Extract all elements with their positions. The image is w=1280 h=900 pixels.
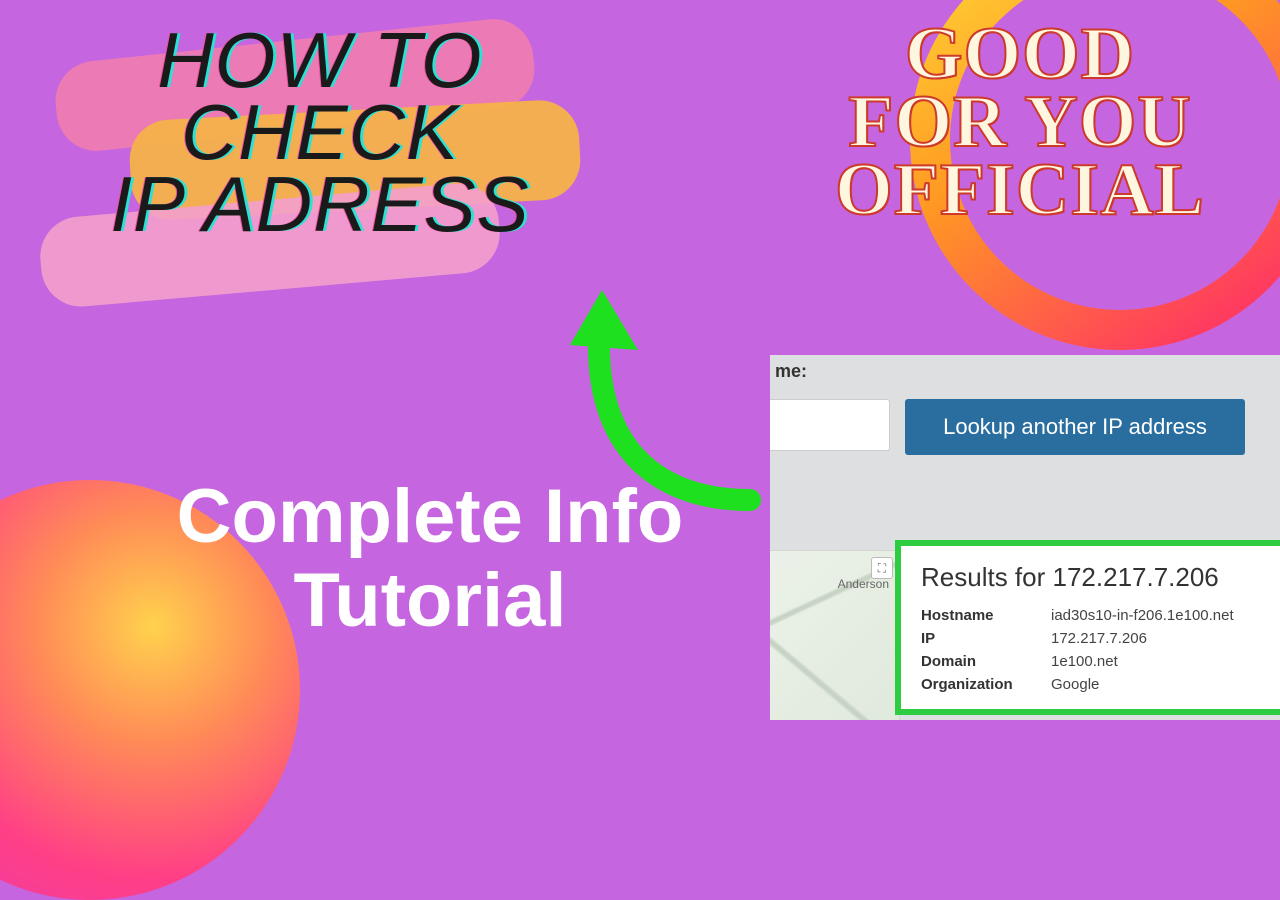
map-city-label: Anderson <box>838 577 889 591</box>
brand-line: OFFICIAL <box>790 156 1250 224</box>
map-preview[interactable]: Athens Anderson ⛶ <box>770 550 900 720</box>
results-value: iad30s10-in-f206.1e100.net <box>1051 607 1264 624</box>
brand-line: FOR YOU <box>790 88 1250 156</box>
main-title: HOW TO CHECK IP ADRESS <box>60 25 580 240</box>
results-row: Hostname iad30s10-in-f206.1e100.net <box>921 607 1264 624</box>
brand-title: GOOD FOR YOU OFFICIAL <box>790 20 1250 224</box>
title-line: HOW TO <box>60 25 580 97</box>
ip-input[interactable] <box>770 399 890 451</box>
results-heading-ip: 172.217.7.206 <box>1053 562 1219 592</box>
results-value: Google <box>1051 676 1264 693</box>
results-key: Organization <box>921 676 1051 693</box>
results-box: Results for 172.217.7.206 Hostname iad30… <box>895 540 1280 715</box>
lookup-button-label: Lookup another IP address <box>943 414 1207 440</box>
lookup-button[interactable]: Lookup another IP address <box>905 399 1245 455</box>
map-expand-icon[interactable]: ⛶ <box>871 557 893 579</box>
title-line: IP ADRESS <box>60 169 580 241</box>
results-key: Hostname <box>921 607 1051 624</box>
brand-line: GOOD <box>790 20 1250 88</box>
results-heading-prefix: Results for <box>921 562 1053 592</box>
input-label-fragment: me: <box>775 361 807 382</box>
results-value: 1e100.net <box>1051 653 1264 670</box>
subtitle-line: Complete Info <box>120 475 740 559</box>
results-key: IP <box>921 630 1051 647</box>
results-row: Organization Google <box>921 676 1264 693</box>
results-heading: Results for 172.217.7.206 <box>921 562 1264 593</box>
subtitle: Complete Info Tutorial <box>120 475 740 642</box>
results-value: 172.217.7.206 <box>1051 630 1264 647</box>
results-row: Domain 1e100.net <box>921 653 1264 670</box>
results-row: IP 172.217.7.206 <box>921 630 1264 647</box>
results-key: Domain <box>921 653 1051 670</box>
subtitle-line: Tutorial <box>120 559 740 643</box>
title-line: CHECK <box>60 97 580 169</box>
lookup-panel: me: Lookup another IP address Athens And… <box>770 355 1280 720</box>
